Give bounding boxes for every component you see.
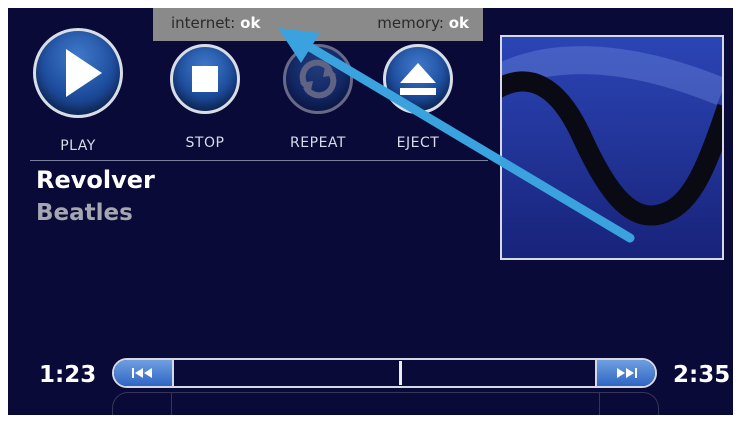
- stop-icon: [170, 44, 240, 114]
- album-art: [500, 35, 724, 260]
- stop-label: STOP: [185, 135, 225, 151]
- internet-status-value: ok: [240, 14, 261, 32]
- play-icon: [33, 28, 123, 118]
- memory-status-value: ok: [448, 14, 469, 32]
- media-player-screen: internet: ok memory: ok PLAY STOP REPEAT: [8, 8, 733, 415]
- eject-label: EJECT: [396, 135, 440, 151]
- progress-bar[interactable]: [112, 358, 657, 388]
- repeat-label: REPEAT: [290, 135, 346, 151]
- memory-status: memory: ok: [377, 14, 469, 32]
- elapsed-time: 1:23: [39, 362, 97, 388]
- play-label: PLAY: [60, 138, 96, 154]
- rewind-button[interactable]: [114, 360, 174, 386]
- internet-status: internet: ok: [171, 14, 261, 32]
- progress-bar-reflection: [112, 392, 659, 415]
- status-bar: internet: ok memory: ok: [153, 8, 483, 41]
- album-title: Revolver: [36, 166, 155, 194]
- fast-forward-icon: [614, 367, 638, 379]
- stop-button[interactable]: STOP: [163, 44, 247, 156]
- play-button[interactable]: PLAY: [33, 28, 123, 158]
- eject-button[interactable]: EJECT: [373, 44, 463, 156]
- progress-thumb[interactable]: [399, 361, 403, 385]
- rewind-icon: [131, 367, 155, 379]
- repeat-button[interactable]: REPEAT: [273, 44, 363, 156]
- repeat-icon: [283, 44, 353, 114]
- total-time: 2:35: [673, 362, 731, 388]
- artist-name: Beatles: [36, 200, 133, 226]
- divider: [30, 160, 488, 161]
- fast-forward-button[interactable]: [595, 360, 655, 386]
- eject-icon: [383, 44, 453, 114]
